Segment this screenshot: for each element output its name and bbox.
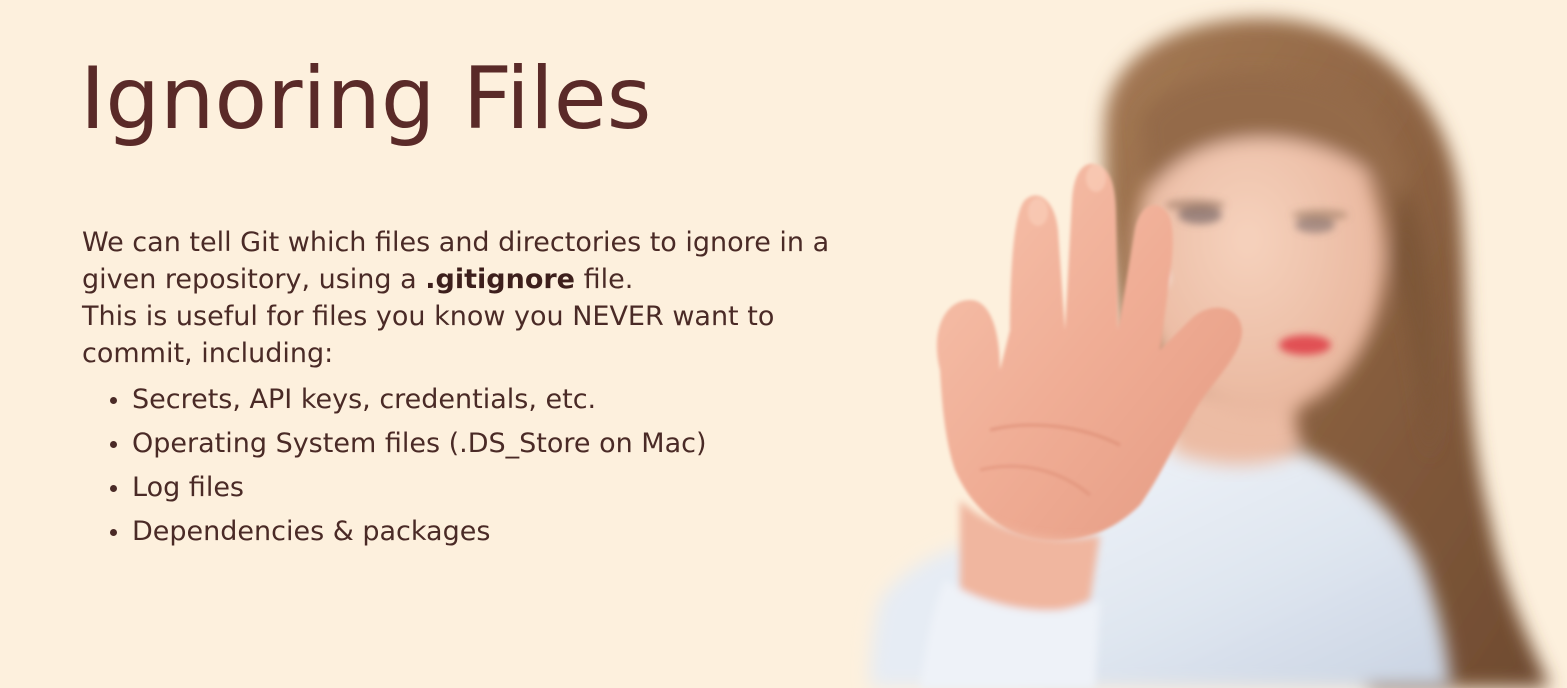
gitignore-filename: .gitignore — [425, 264, 575, 295]
intro-second-paragraph: This is useful for files you know you NE… — [82, 301, 775, 369]
list-item: Dependencies & packages — [106, 510, 842, 554]
list-item: Log files — [106, 466, 842, 510]
slide: Ignoring Files We can tell Git which fil… — [0, 0, 1567, 688]
list-item: Operating System files (.DS_Store on Mac… — [106, 422, 842, 466]
intro-text-after: file. — [575, 264, 634, 295]
bullet-list: Secrets, API keys, credentials, etc. Ope… — [82, 378, 842, 554]
woman-raised-hand-illustration — [870, 18, 1550, 688]
stop-hand-photo — [850, 0, 1567, 688]
slide-body: We can tell Git which files and director… — [82, 224, 842, 554]
intro-paragraph: We can tell Git which files and director… — [82, 224, 842, 298]
slide-title: Ignoring Files — [80, 49, 652, 149]
list-item: Secrets, API keys, credentials, etc. — [106, 378, 842, 422]
